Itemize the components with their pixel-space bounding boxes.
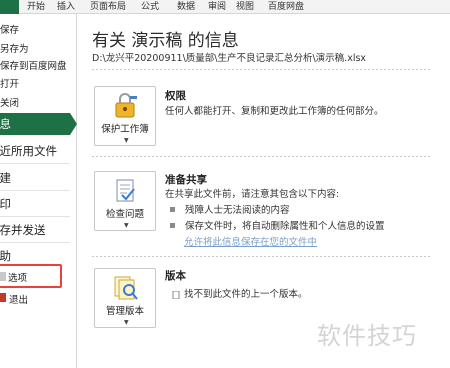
file-path: D:\龙兴平20200911\质量部\生产不良记录汇总分析\演示稿.xlsx [92, 53, 367, 64]
nav-divider [0, 190, 70, 191]
manage-versions-icon [114, 276, 138, 300]
bullet-marker [170, 223, 175, 228]
versions-heading: 版本 [165, 270, 186, 282]
check-issues-label: 检查问题 [105, 209, 144, 220]
chevron-down-icon: ▼ [124, 222, 129, 229]
backstage-nav: 保存 另存为 保存到百度网盘 打开 关闭 信息 最近所用文件 新建 打印 保存并… [0, 14, 77, 368]
check-issues-button[interactable]: 检查问题 ▼ [94, 171, 156, 231]
nav-info-label: 信息 [0, 117, 11, 131]
permissions-description: 任何人都能打开、复制和更改此工作簿的任何部分。 [165, 106, 384, 117]
protect-workbook-button[interactable]: 保护工作簿 ▼ [94, 86, 156, 146]
nav-options-highlight[interactable]: 选项 [0, 264, 62, 288]
tab-review[interactable]: 审阅 [208, 1, 226, 13]
active-indicator-arrow [70, 113, 77, 135]
bullet-marker [170, 207, 175, 212]
file-tab[interactable] [0, 0, 19, 14]
tab-data[interactable]: 数据 [177, 1, 195, 13]
section-divider [92, 156, 430, 157]
nav-save[interactable]: 保存 [0, 22, 19, 36]
tab-insert[interactable]: 插入 [57, 1, 75, 13]
tab-home[interactable]: 开始 [27, 1, 45, 13]
page-title: 有关 演示稿 的信息 [92, 31, 239, 51]
allow-save-info-link[interactable]: 允许将此信息保存在您的文件中 [184, 234, 317, 248]
lock-key-icon [115, 93, 137, 118]
chevron-down-icon: ▼ [124, 319, 129, 326]
nav-open[interactable]: 打开 [0, 76, 19, 90]
tab-view[interactable]: 视图 [236, 1, 254, 13]
document-icon [172, 290, 180, 299]
manage-versions-button[interactable]: 管理版本 ▼ [94, 268, 156, 328]
nav-help[interactable]: 帮助 [0, 248, 11, 264]
options-icon [0, 272, 6, 281]
inspect-document-icon [116, 179, 135, 202]
nav-exit[interactable]: 退出 [9, 292, 28, 306]
ribbon-tab-bar: 开始 插入 页面布局 公式 数据 审阅 视图 百度网盘 [0, 0, 450, 14]
nav-info[interactable]: 信息 [0, 113, 70, 135]
chevron-down-icon: ▼ [124, 137, 129, 144]
tab-page-layout[interactable]: 页面布局 [90, 1, 126, 13]
exit-icon [0, 293, 6, 302]
nav-save-as[interactable]: 另存为 [0, 41, 29, 55]
nav-save-to-baidu[interactable]: 保存到百度网盘 [0, 58, 67, 72]
permissions-heading: 权限 [165, 90, 186, 102]
watermark-text: 软件技巧 [317, 322, 417, 350]
section-divider [92, 256, 430, 257]
nav-divider [0, 216, 70, 217]
prepare-bullet: 残障人士无法阅读的内容 [170, 202, 290, 216]
nav-divider [0, 163, 70, 164]
nav-save-send[interactable]: 保存并发送 [0, 222, 46, 238]
nav-recent[interactable]: 最近所用文件 [0, 143, 57, 159]
manage-versions-label: 管理版本 [105, 306, 144, 317]
prepare-heading: 准备共享 [165, 174, 207, 186]
nav-print[interactable]: 打印 [0, 196, 11, 212]
nav-options: 选项 [8, 273, 28, 284]
tab-formulas[interactable]: 公式 [141, 1, 159, 13]
prepare-intro: 在共享此文件前，请注意其包含以下内容: [165, 189, 340, 200]
tab-baidu-netdisk[interactable]: 百度网盘 [268, 1, 304, 13]
section-divider [92, 69, 430, 70]
protect-workbook-label: 保护工作簿 [101, 124, 149, 135]
nav-divider [0, 242, 70, 243]
prepare-bullet: 保存文件时，将自动删除属性和个人信息的设置 [170, 218, 385, 232]
nav-close[interactable]: 关闭 [0, 95, 19, 109]
nav-new[interactable]: 新建 [0, 170, 11, 186]
versions-description: 找不到此文件的上一个版本。 [172, 286, 308, 300]
